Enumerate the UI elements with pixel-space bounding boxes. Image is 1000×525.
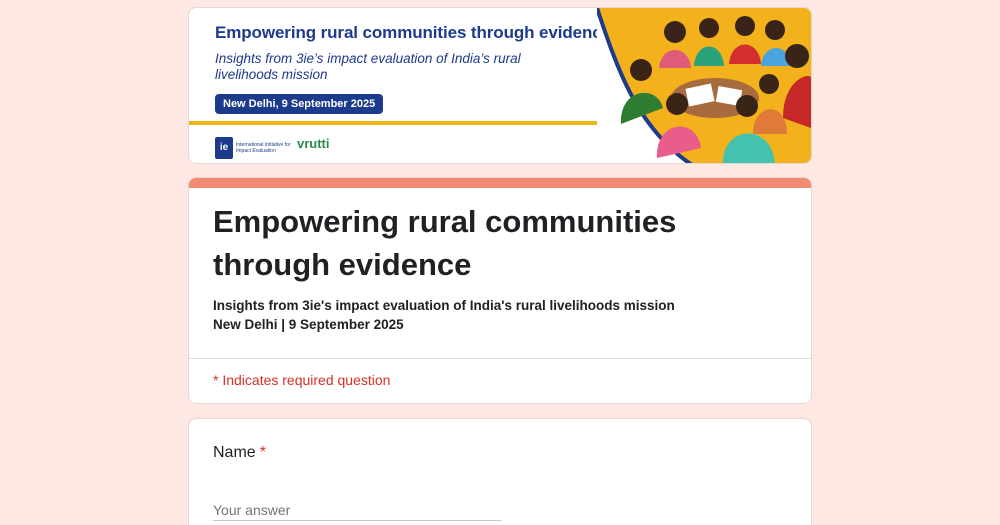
question-label-text: Name bbox=[213, 444, 256, 461]
form-description-line: New Delhi | 9 September 2025 bbox=[213, 317, 404, 332]
form-description-line: Insights from 3ie's impact evaluation of… bbox=[213, 298, 675, 313]
banner-stripe bbox=[189, 121, 659, 125]
banner-subtitle: Insights from 3ie’s impact evaluation of… bbox=[215, 51, 521, 82]
3ie-logo: ie International Initiative for Impact E… bbox=[215, 136, 298, 160]
required-asterisk: * bbox=[259, 444, 266, 461]
women-group-illustration bbox=[597, 8, 811, 163]
form-description: Insights from 3ie's impact evaluation of… bbox=[213, 296, 675, 334]
vrutti-logo: vrutti bbox=[297, 136, 330, 151]
question-card-name: Name * bbox=[188, 418, 812, 525]
question-label: Name * bbox=[213, 444, 266, 462]
banner-title: Empowering rural communities through evi… bbox=[215, 23, 612, 42]
form-header-card: Empowering rural communities through evi… bbox=[188, 177, 812, 404]
name-answer-input[interactable] bbox=[213, 499, 501, 521]
divider bbox=[189, 358, 811, 359]
banner-date-badge: New Delhi, 9 September 2025 bbox=[215, 94, 384, 114]
3ie-logo-mark: ie bbox=[215, 137, 233, 159]
header-accent-bar bbox=[189, 178, 811, 188]
header-banner-image: Empowering rural communities through evi… bbox=[188, 7, 812, 164]
form-title: Empowering rural communities through evi… bbox=[213, 204, 677, 282]
3ie-logo-text: International Initiative for Impact Eval… bbox=[236, 142, 291, 154]
required-question-note: * Indicates required question bbox=[213, 372, 391, 388]
